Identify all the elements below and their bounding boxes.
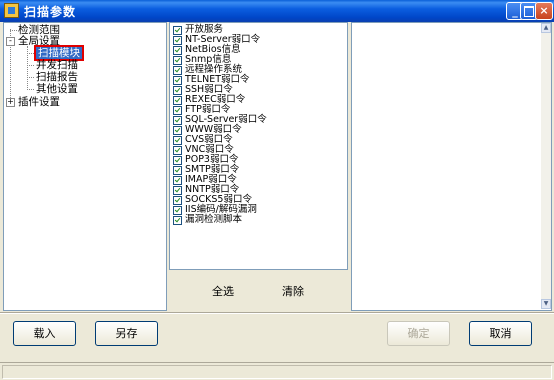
scroll-up-icon[interactable]: ▲ <box>541 23 551 33</box>
cancel-button[interactable]: 取消 <box>469 321 532 346</box>
checkbox-checked-icon[interactable] <box>173 86 182 95</box>
title-bar[interactable]: 扫描参数 _ × <box>0 0 554 22</box>
checkbox-checked-icon[interactable] <box>173 166 182 175</box>
select-all-button[interactable]: 全选 <box>212 283 234 299</box>
checkbox-checked-icon[interactable] <box>173 66 182 75</box>
checkbox-checked-icon[interactable] <box>173 56 182 65</box>
app-icon <box>4 3 19 18</box>
tree-connector <box>27 89 34 90</box>
tree-connector <box>27 65 34 66</box>
tree-item-scan-report[interactable]: 扫描报告 <box>36 71 78 83</box>
tree-connector <box>10 30 17 31</box>
checkbox-checked-icon[interactable] <box>173 146 182 155</box>
checkbox-checked-icon[interactable] <box>173 216 182 225</box>
settings-tree[interactable]: 检测范围 - 全局设置 扫描模块 并发扫描 扫描报告 其他设置 + 插件设置 <box>3 22 167 311</box>
divider <box>0 312 554 314</box>
tree-item-label: 插件设置 <box>18 96 60 108</box>
checkbox-checked-icon[interactable] <box>173 36 182 45</box>
checkbox-checked-icon[interactable] <box>173 156 182 165</box>
load-button[interactable]: 载入 <box>13 321 76 346</box>
ok-button[interactable]: 确定 <box>387 321 450 346</box>
collapse-icon[interactable]: - <box>6 37 15 46</box>
module-label: 漏洞检测脚本 <box>185 214 243 225</box>
status-bar <box>0 362 554 380</box>
tree-item-other-settings[interactable]: 其他设置 <box>36 83 78 95</box>
scan-params-window: 扫描参数 _ × 检测范围 - 全局设置 扫描模块 并发扫描 扫描报告 其他设置 <box>0 0 554 380</box>
tree-item-global-settings[interactable]: 全局设置 <box>18 35 60 47</box>
checkbox-checked-icon[interactable] <box>173 96 182 105</box>
tree-item-concurrent-scan[interactable]: 并发扫描 <box>36 59 78 71</box>
scroll-down-icon[interactable]: ▼ <box>541 299 551 309</box>
module-checkbox[interactable]: 漏洞检测脚本 <box>173 215 242 225</box>
tree-item-label: 其他设置 <box>36 83 78 95</box>
checkbox-checked-icon[interactable] <box>173 206 182 215</box>
module-checklist[interactable]: 开放服务 NT-Server弱口令 NetBios信息 Snmp信息 远程操作系… <box>169 22 348 270</box>
window-title: 扫描参数 <box>24 5 77 19</box>
checkbox-checked-icon[interactable] <box>173 76 182 85</box>
clear-button[interactable]: 清除 <box>282 283 304 299</box>
checkbox-checked-icon[interactable] <box>173 46 182 55</box>
detail-panel <box>351 22 552 311</box>
tree-connector <box>27 77 34 78</box>
status-field <box>2 365 552 379</box>
close-button[interactable]: × <box>535 2 553 20</box>
tree-item-label: 扫描模块 <box>34 45 84 61</box>
checkbox-checked-icon[interactable] <box>173 136 182 145</box>
checkbox-checked-icon[interactable] <box>173 126 182 135</box>
expand-icon[interactable]: + <box>6 98 15 107</box>
tree-item-plugin-settings[interactable]: 插件设置 <box>18 96 60 108</box>
tree-item-label: 并发扫描 <box>36 59 78 71</box>
checkbox-checked-icon[interactable] <box>173 176 182 185</box>
checkbox-checked-icon[interactable] <box>173 106 182 115</box>
vertical-scrollbar[interactable]: ▲ ▼ <box>541 23 551 309</box>
tree-item-label: 扫描报告 <box>36 71 78 83</box>
checkbox-checked-icon[interactable] <box>173 116 182 125</box>
checklist-actions <box>169 271 348 311</box>
checkbox-checked-icon[interactable] <box>173 186 182 195</box>
checkbox-checked-icon[interactable] <box>173 26 182 35</box>
tree-connector <box>27 53 34 54</box>
tree-item-scan-modules[interactable]: 扫描模块 <box>34 45 84 61</box>
save-as-button[interactable]: 另存 <box>95 321 158 346</box>
checkbox-checked-icon[interactable] <box>173 196 182 205</box>
tree-item-label: 全局设置 <box>18 35 60 47</box>
